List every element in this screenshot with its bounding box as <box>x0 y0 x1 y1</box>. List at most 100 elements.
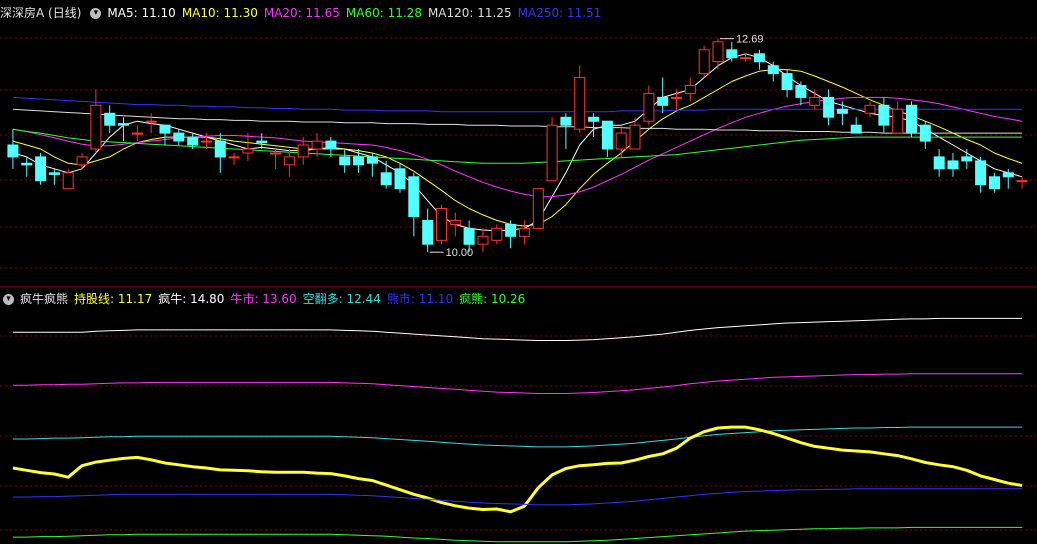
candle-body <box>864 104 876 114</box>
candle-body <box>477 235 489 245</box>
candle-up[interactable] <box>131 125 143 142</box>
candle-body <box>7 144 19 158</box>
candle-body <box>90 104 102 150</box>
candle-body <box>726 49 738 59</box>
candle-down[interactable] <box>380 160 392 189</box>
candle-up[interactable] <box>712 38 724 70</box>
candle-down[interactable] <box>601 120 613 157</box>
candle-body <box>256 140 268 144</box>
candle-up[interactable] <box>90 89 102 153</box>
indicator-value-2: 牛市: 13.60 <box>230 292 297 306</box>
candle-up[interactable] <box>532 188 544 229</box>
candle-body <box>906 104 917 134</box>
candle-body <box>574 77 586 130</box>
ma-value-4: MA120: 11.25 <box>427 6 512 20</box>
candle-up[interactable] <box>242 133 254 161</box>
candle-down[interactable] <box>366 152 378 177</box>
candle-up[interactable] <box>201 133 212 149</box>
candlesticks[interactable] <box>7 38 1028 253</box>
candle-down[interactable] <box>422 208 434 253</box>
candle-up[interactable] <box>809 89 821 110</box>
candle-body <box>463 227 475 245</box>
chevron-down-icon[interactable]: ▾ <box>90 7 102 19</box>
candle-up[interactable] <box>1016 176 1028 189</box>
candle-down[interactable] <box>836 101 848 126</box>
kline-chart[interactable]: 12.69 10.00 <box>0 0 1037 544</box>
candle-down[interactable] <box>104 105 116 134</box>
candle-body <box>104 112 116 126</box>
candle-down[interactable] <box>823 89 835 126</box>
candle-body <box>214 140 226 158</box>
candle-down[interactable] <box>989 172 1000 193</box>
candle-body <box>449 219 461 225</box>
candle-up[interactable] <box>546 117 558 182</box>
candle-body <box>850 124 862 134</box>
candle-up[interactable] <box>283 149 295 177</box>
candle-body <box>228 156 240 159</box>
candle-down[interactable] <box>753 49 765 70</box>
candle-body <box>698 49 710 75</box>
candle-up[interactable] <box>684 77 696 102</box>
candle-down[interactable] <box>394 163 406 193</box>
candle-down[interactable] <box>878 97 890 134</box>
candle-down[interactable] <box>505 220 517 249</box>
candle-up[interactable] <box>518 220 530 245</box>
ma-values: MA5: 11.10 MA10: 11.30 MA20: 11.65 MA60: 11… <box>107 4 607 22</box>
candle-up[interactable] <box>892 101 904 134</box>
candle-body <box>781 73 793 90</box>
candle-body <box>753 53 765 63</box>
candle-up[interactable] <box>228 152 240 165</box>
candle-down[interactable] <box>173 129 185 146</box>
candle-down[interactable] <box>933 149 945 177</box>
candle-body <box>366 156 378 164</box>
candle-body <box>173 132 185 142</box>
candle-body <box>684 85 696 94</box>
candle-body <box>712 41 724 63</box>
candle-body <box>339 156 351 166</box>
candle-up[interactable] <box>477 228 489 253</box>
candle-down[interactable] <box>339 149 351 173</box>
candle-up[interactable] <box>574 65 586 134</box>
chevron-down-icon[interactable]: ▾ <box>3 293 14 305</box>
candle-down[interactable] <box>919 121 931 149</box>
candle-down[interactable] <box>657 77 669 114</box>
candle-down[interactable] <box>353 149 364 173</box>
candle-up[interactable] <box>76 152 88 169</box>
moving-average-lines <box>12 53 1023 232</box>
candle-up[interactable] <box>436 204 447 245</box>
candle-body <box>947 160 959 170</box>
candle-down[interactable] <box>767 61 779 82</box>
candle-up[interactable] <box>864 101 876 118</box>
candle-body <box>601 120 613 150</box>
candle-down[interactable] <box>781 69 793 98</box>
candle-up[interactable] <box>615 125 627 157</box>
candle-down[interactable] <box>35 152 47 185</box>
candle-down[interactable] <box>118 117 129 142</box>
candle-down[interactable] <box>795 81 807 106</box>
indicator-title[interactable]: 疯牛疯熊 <box>20 290 68 308</box>
candle-down[interactable] <box>947 152 959 177</box>
candle-down[interactable] <box>961 149 973 169</box>
candle-down[interactable] <box>21 156 33 177</box>
candle-up[interactable] <box>698 45 710 78</box>
indicator-value-1: 疯牛: 14.80 <box>158 292 225 306</box>
candle-down[interactable] <box>560 113 572 149</box>
candle-body <box>1002 172 1014 178</box>
candle-body <box>353 156 364 166</box>
candle-up[interactable] <box>643 85 655 126</box>
candle-body <box>1016 180 1028 183</box>
candle-down[interactable] <box>975 156 987 193</box>
candle-up[interactable] <box>449 212 461 237</box>
sub-indicator-lines <box>12 317 1023 543</box>
stock-title[interactable]: 深深房A (日线) <box>0 4 81 22</box>
indicator-line-2 <box>12 426 1023 448</box>
candle-body <box>615 132 627 150</box>
candle-down[interactable] <box>906 101 917 138</box>
sub-legend: ▾ 疯牛疯熊 持股线: 11.17 疯牛: 14.80 牛市: 13.60 空翻多: … <box>0 290 537 308</box>
candle-body <box>201 140 212 143</box>
candle-body <box>270 152 282 155</box>
candle-down[interactable] <box>48 168 60 185</box>
candle-body <box>989 176 1000 190</box>
candle-down[interactable] <box>850 117 862 134</box>
candle-down[interactable] <box>256 133 268 149</box>
